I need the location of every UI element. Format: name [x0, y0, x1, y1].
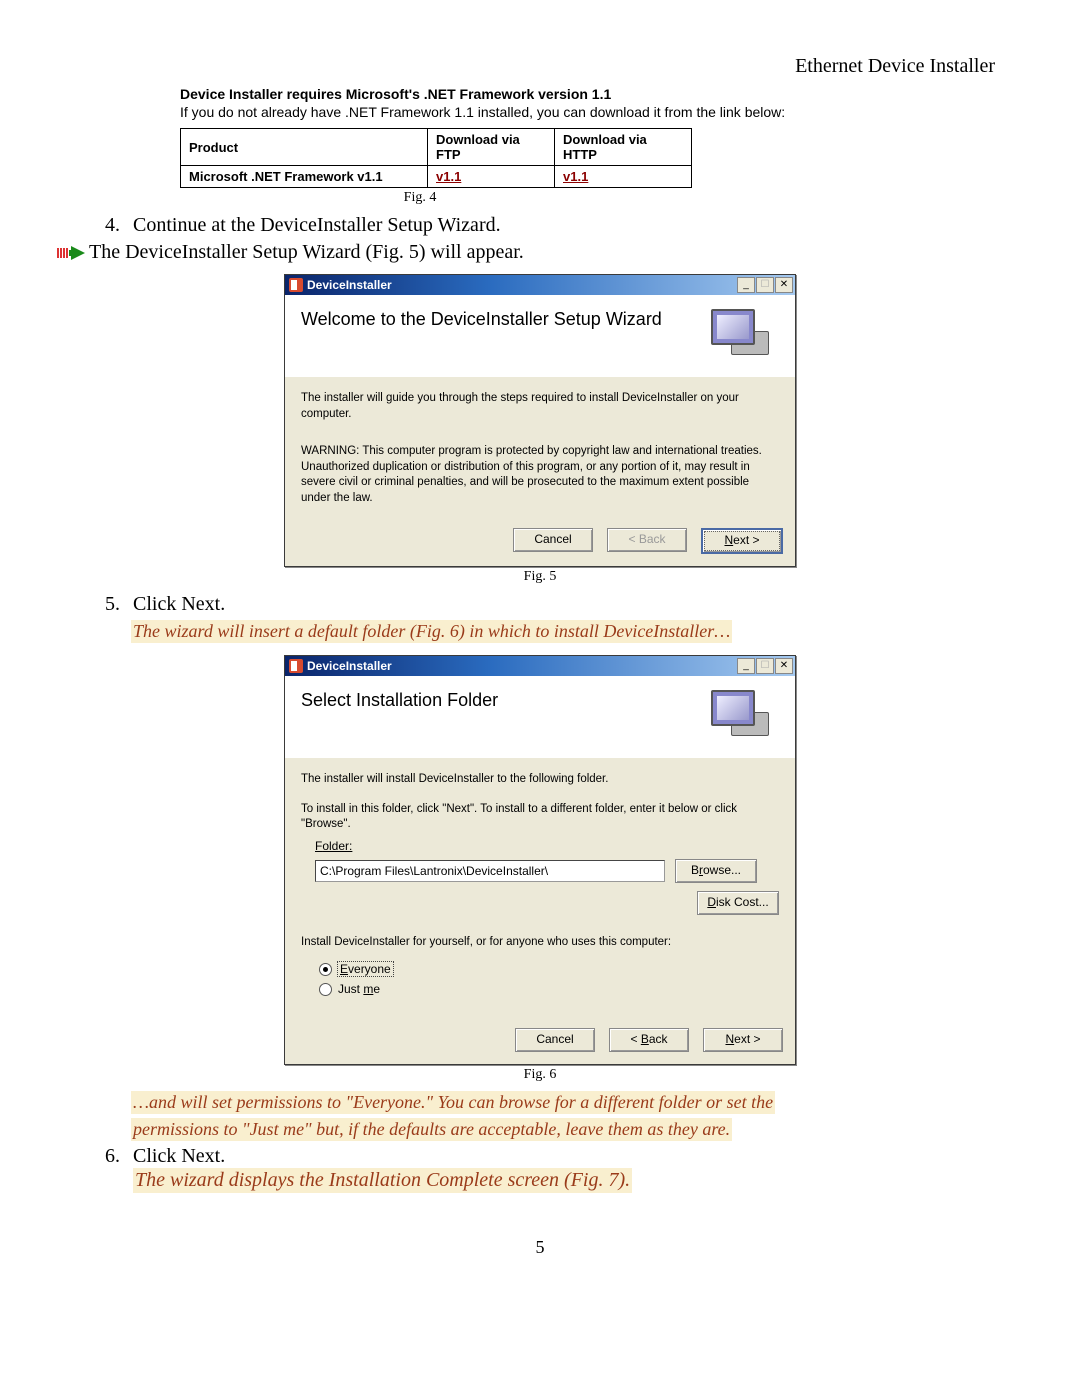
- radio-justme-label: Just me: [338, 982, 380, 996]
- step-5: Click Next.: [125, 593, 995, 616]
- next-button[interactable]: Next >: [703, 1028, 783, 1052]
- installer-icon: [289, 659, 303, 673]
- minimize-icon[interactable]: _: [737, 658, 755, 674]
- close-icon[interactable]: ✕: [775, 658, 793, 674]
- maximize-icon: ☐: [756, 277, 774, 293]
- table-row: Microsoft .NET Framework v1.1 v1.1 v1.1: [181, 166, 692, 188]
- window-title: DeviceInstaller: [307, 659, 392, 673]
- dialog-welcome: DeviceInstaller _ ☐ ✕ Welcome to the Dev…: [284, 274, 796, 567]
- page-header-title: Ethernet Device Installer: [85, 55, 995, 78]
- disk-cost-button[interactable]: Disk Cost...: [697, 891, 779, 915]
- step6-text: Click Next.: [133, 1145, 225, 1167]
- intro-plain: If you do not already have .NET Framewor…: [180, 104, 995, 120]
- window-title: DeviceInstaller: [307, 278, 392, 292]
- table-header-row: Product Download via FTP Download via HT…: [181, 129, 692, 166]
- cancel-button[interactable]: Cancel: [513, 528, 593, 552]
- dialog-heading: Select Installation Folder: [301, 690, 498, 711]
- download-table: Product Download via FTP Download via HT…: [180, 128, 692, 188]
- titlebar: DeviceInstaller _ ☐ ✕: [285, 656, 795, 676]
- td-http: v1.1: [555, 166, 692, 188]
- th-product: Product: [181, 129, 428, 166]
- th-http: Download via HTTP: [555, 129, 692, 166]
- folder-p1: The installer will install DeviceInstall…: [301, 772, 779, 788]
- computer-icon: [709, 309, 779, 359]
- back-button[interactable]: < Back: [609, 1028, 689, 1052]
- radio-justme[interactable]: [319, 983, 332, 996]
- install-for-text: Install DeviceInstaller for yourself, or…: [301, 935, 779, 951]
- step-6: Click Next. The wizard displays the Inst…: [125, 1145, 995, 1197]
- step-4: Continue at the DeviceInstaller Setup Wi…: [125, 214, 995, 237]
- step5-text: Click Next.: [133, 593, 225, 615]
- step6-highlight1: …and will set permissions to "Everyone."…: [131, 1091, 775, 1114]
- http-link[interactable]: v1.1: [563, 169, 588, 184]
- intro-bold: Device Installer requires Microsoft's .N…: [180, 86, 995, 102]
- page-number: 5: [85, 1237, 995, 1258]
- titlebar: DeviceInstaller _ ☐ ✕: [285, 275, 795, 295]
- dialog-heading: Welcome to the DeviceInstaller Setup Wiz…: [301, 309, 662, 330]
- folder-p2: To install in this folder, click "Next".…: [301, 802, 779, 833]
- cancel-button[interactable]: Cancel: [515, 1028, 595, 1052]
- step6-highlight2: permissions to "Just me" but, if the def…: [131, 1118, 732, 1141]
- fig4-caption: Fig. 4: [180, 190, 660, 206]
- folder-label: Folder:: [315, 839, 352, 853]
- dialog-folder: DeviceInstaller _ ☐ ✕ Select Installatio…: [284, 655, 796, 1065]
- radio-everyone-label: Everyone: [338, 962, 393, 976]
- close-icon[interactable]: ✕: [775, 277, 793, 293]
- arrow-icon: [57, 241, 85, 264]
- back-button: < Back: [607, 528, 687, 552]
- th-ftp: Download via FTP: [428, 129, 555, 166]
- td-product: Microsoft .NET Framework v1.1: [181, 166, 428, 188]
- minimize-icon[interactable]: _: [737, 277, 755, 293]
- radio-everyone[interactable]: [319, 963, 332, 976]
- step5-highlight: The wizard will insert a default folder …: [131, 620, 732, 643]
- step4-text: Continue at the DeviceInstaller Setup Wi…: [133, 214, 501, 236]
- fig5-caption: Fig. 5: [85, 569, 995, 585]
- ftp-link[interactable]: v1.1: [436, 169, 461, 184]
- step4-arrow-text: The DeviceInstaller Setup Wizard (Fig. 5…: [89, 241, 524, 264]
- welcome-p1: The installer will guide you through the…: [301, 391, 779, 422]
- next-button[interactable]: Next >: [701, 528, 783, 554]
- fig6-caption: Fig. 6: [85, 1067, 995, 1083]
- td-ftp: v1.1: [428, 166, 555, 188]
- welcome-p2: WARNING: This computer program is protec…: [301, 444, 779, 506]
- installer-icon: [289, 278, 303, 292]
- folder-input[interactable]: [315, 860, 665, 882]
- step6-highlight3: The wizard displays the Installation Com…: [133, 1168, 632, 1193]
- computer-icon: [709, 690, 779, 740]
- maximize-icon: ☐: [756, 658, 774, 674]
- browse-button[interactable]: Browse...: [675, 859, 757, 883]
